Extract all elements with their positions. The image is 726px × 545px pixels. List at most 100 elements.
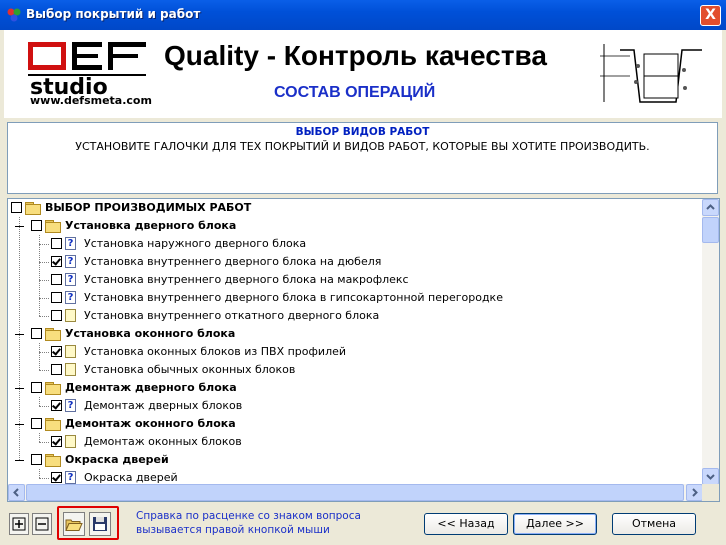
item-label: Установка наружного дверного блока xyxy=(84,237,307,250)
tree-connector xyxy=(39,280,49,281)
horizontal-scroll-thumb[interactable] xyxy=(26,484,684,501)
item-checkbox[interactable] xyxy=(51,274,62,285)
app-title: Quality - Контроль качества xyxy=(164,40,547,71)
item-checkbox[interactable] xyxy=(51,472,62,483)
help-text: Справка по расценке со знаком вопроса вы… xyxy=(136,510,361,536)
tree-connector xyxy=(39,298,49,299)
tree-item[interactable]: ? Демонтаж дверных блоков xyxy=(8,397,698,415)
horizontal-scrollbar[interactable] xyxy=(8,484,703,501)
folder-icon xyxy=(45,418,61,431)
question-doc-icon: ? xyxy=(65,237,76,250)
tree-root-label: ВЫБОР ПРОИЗВОДИМЫХ РАБОТ xyxy=(45,201,252,214)
tree-group[interactable]: Установка оконного блока xyxy=(8,325,698,343)
group-label: Демонтаж дверного блока xyxy=(65,381,237,394)
folder-icon xyxy=(45,382,61,395)
note-icon xyxy=(65,435,76,448)
tree-item[interactable]: Демонтаж оконных блоков xyxy=(8,433,698,451)
tree-group[interactable]: Окраска дверей xyxy=(8,451,698,469)
collapse-icon[interactable] xyxy=(15,460,24,461)
group-label: Окраска дверей xyxy=(65,453,169,466)
collapse-icon[interactable] xyxy=(15,226,24,227)
tree-connector xyxy=(39,442,49,443)
tree-group[interactable]: Демонтаж дверного блока xyxy=(8,379,698,397)
tree-group[interactable]: Установка дверного блока xyxy=(8,217,698,235)
minus-icon xyxy=(35,517,49,531)
arrow-right-icon xyxy=(692,488,698,497)
scroll-corner xyxy=(702,484,719,501)
tree-connector xyxy=(39,244,49,245)
tree-item[interactable]: ? Установка внутреннего дверного блока н… xyxy=(8,271,698,289)
item-label: Установка внутреннего дверного блока на … xyxy=(84,273,409,286)
cancel-button[interactable]: Отмена xyxy=(612,513,696,535)
item-label: Установка обычных оконных блоков xyxy=(84,363,296,376)
tree-item[interactable]: Установка обычных оконных блоков xyxy=(8,361,698,379)
expand-all-button[interactable] xyxy=(9,513,29,535)
tree-item[interactable]: Установка внутреннего откатного дверного… xyxy=(8,307,698,325)
group-checkbox[interactable] xyxy=(31,328,42,339)
question-doc-icon: ? xyxy=(65,399,76,412)
question-doc-icon: ? xyxy=(65,273,76,286)
item-label: Демонтаж оконных блоков xyxy=(84,435,242,448)
item-label: Установка внутреннего откатного дверного… xyxy=(84,309,380,322)
arrow-left-icon xyxy=(13,488,19,497)
item-checkbox[interactable] xyxy=(51,292,62,303)
item-checkbox[interactable] xyxy=(51,256,62,267)
group-checkbox[interactable] xyxy=(31,220,42,231)
website-link: www.defsmeta.com xyxy=(30,94,152,107)
collapse-icon[interactable] xyxy=(15,334,24,335)
item-checkbox[interactable] xyxy=(51,238,62,249)
scroll-left-button[interactable] xyxy=(8,484,25,501)
vertical-scrollbar[interactable] xyxy=(702,199,719,485)
tree-item[interactable]: ? Установка внутреннего дверного блока в… xyxy=(8,289,698,307)
item-label: Установка внутреннего дверного блока в г… xyxy=(84,291,503,304)
tree-root[interactable]: ВЫБОР ПРОИЗВОДИМЫХ РАБОТ xyxy=(8,199,698,217)
arrow-down-icon xyxy=(706,474,715,480)
folder-icon xyxy=(25,202,41,215)
collapse-all-button[interactable] xyxy=(32,513,52,535)
tree-item[interactable]: ? Установка внутреннего дверного блока н… xyxy=(8,253,698,271)
instructions-heading: ВЫБОР ВИДОВ РАБОТ xyxy=(295,126,430,138)
note-icon xyxy=(65,309,76,322)
collapse-icon[interactable] xyxy=(15,388,24,389)
group-label: Демонтаж оконного блока xyxy=(65,417,236,430)
group-checkbox[interactable] xyxy=(31,454,42,465)
question-doc-icon: ? xyxy=(65,471,76,484)
root-checkbox[interactable] xyxy=(11,202,22,213)
highlight-box xyxy=(57,506,119,540)
folder-icon xyxy=(45,454,61,467)
tree-item[interactable]: Установка оконных блоков из ПВХ профилей xyxy=(8,343,698,361)
page-subtitle: СОСТАВ ОПЕРАЦИЙ xyxy=(274,84,436,101)
item-checkbox[interactable] xyxy=(51,346,62,357)
item-checkbox[interactable] xyxy=(51,436,62,447)
app-icon xyxy=(7,8,21,22)
question-doc-icon: ? xyxy=(65,255,76,268)
vertical-scroll-thumb[interactable] xyxy=(702,217,719,243)
tree-connector xyxy=(39,478,49,479)
works-tree[interactable]: ВЫБОР ПРОИЗВОДИМЫХ РАБОТ Установка дверн… xyxy=(7,198,720,502)
scroll-up-button[interactable] xyxy=(702,199,719,216)
item-checkbox[interactable] xyxy=(51,364,62,375)
tree-group[interactable]: Демонтаж оконного блока xyxy=(8,415,698,433)
plus-icon xyxy=(12,517,26,531)
title-bar: Выбор покрытий и работ X xyxy=(0,0,726,30)
scroll-down-button[interactable] xyxy=(702,468,719,485)
scroll-right-button[interactable] xyxy=(686,484,703,501)
group-label: Установка оконного блока xyxy=(65,327,236,340)
item-label: Демонтаж дверных блоков xyxy=(84,399,243,412)
item-checkbox[interactable] xyxy=(51,310,62,321)
tree-item[interactable]: ? Установка наружного дверного блока xyxy=(8,235,698,253)
note-icon xyxy=(65,345,76,358)
close-button[interactable]: X xyxy=(700,5,721,26)
item-label: Установка оконных блоков из ПВХ профилей xyxy=(84,345,347,358)
tree-connector xyxy=(39,406,49,407)
group-checkbox[interactable] xyxy=(31,418,42,429)
item-checkbox[interactable] xyxy=(51,400,62,411)
group-checkbox[interactable] xyxy=(31,382,42,393)
next-button[interactable]: Далее >> xyxy=(513,513,597,535)
header-banner: studio www.defsmeta.com Quality - Контро… xyxy=(4,30,722,118)
tree-connector xyxy=(39,352,49,353)
back-button[interactable]: << Назад xyxy=(424,513,508,535)
group-label: Установка дверного блока xyxy=(65,219,237,232)
collapse-icon[interactable] xyxy=(15,424,24,425)
folder-icon xyxy=(45,220,61,233)
